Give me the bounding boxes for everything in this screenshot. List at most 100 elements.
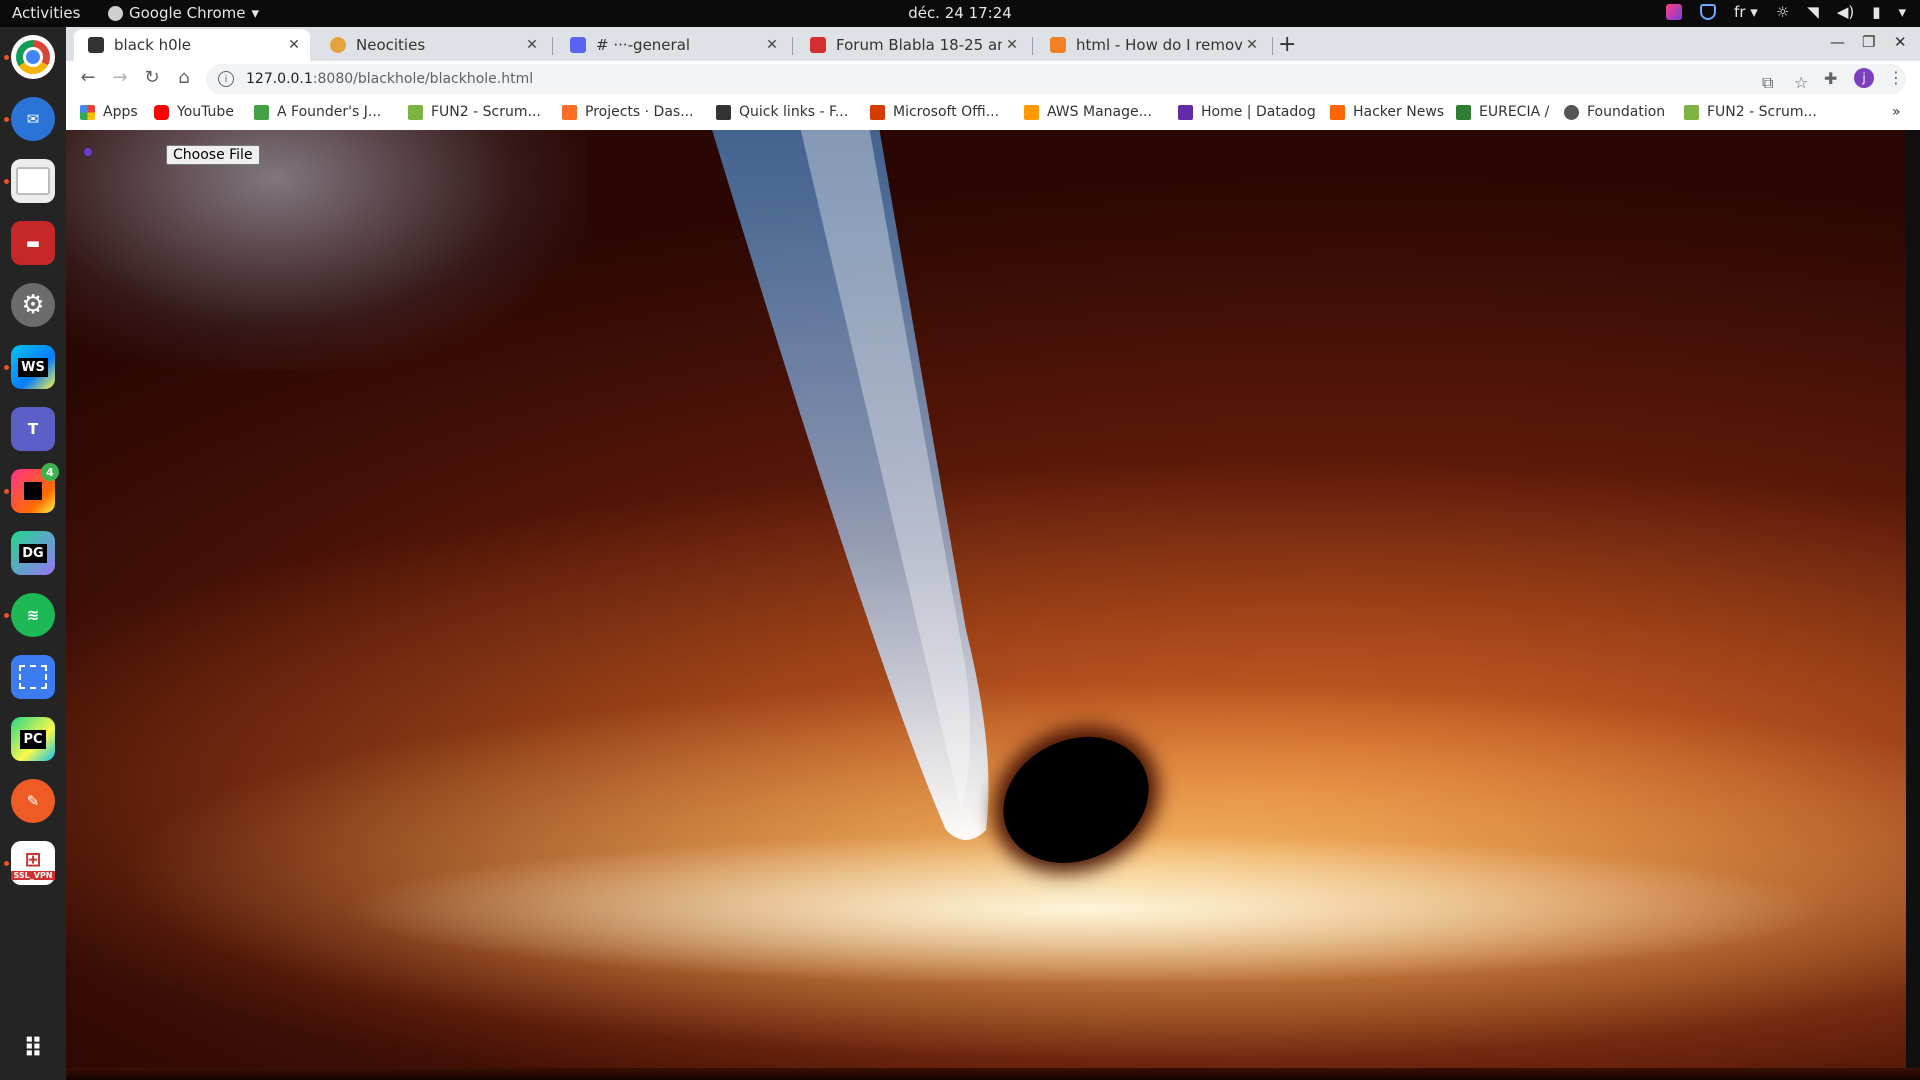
aws-icon xyxy=(1024,104,1039,120)
spotify-icon[interactable]: ≋ xyxy=(11,593,55,637)
jetbrains-tray-icon[interactable] xyxy=(1666,4,1683,20)
running-indicator xyxy=(4,179,9,184)
forward-icon[interactable]: → xyxy=(108,67,132,88)
dock: ✉ ▬ ⚙ WS T 4 DG ≋ PC ✎ ⊞ SSL_VPN ⠿ xyxy=(0,27,66,1080)
reload-icon[interactable]: ↻ xyxy=(140,67,164,88)
close-icon[interactable]: ✕ xyxy=(522,37,542,53)
bookmark-quick-links[interactable]: Quick links - F... xyxy=(716,104,848,120)
site-info-icon[interactable]: i xyxy=(218,71,234,87)
tab-neocities[interactable]: Neocities ✕ xyxy=(316,29,548,61)
activities-button[interactable]: Activities xyxy=(12,4,80,22)
brightness-icon[interactable]: ☼ xyxy=(1776,3,1789,21)
bookmark-label: EURECIA / xyxy=(1479,104,1550,120)
back-icon[interactable]: ← xyxy=(76,67,100,88)
tab-title: black h0le xyxy=(114,36,192,54)
wifi-icon[interactable]: ◥ xyxy=(1807,3,1819,21)
chevron-down-icon[interactable]: ▾ xyxy=(1898,3,1906,21)
bookmark-label: FUN2 - Scrum... xyxy=(1707,104,1817,120)
starfield-image xyxy=(66,130,586,370)
close-icon[interactable]: ✕ xyxy=(762,37,782,53)
bookmark-apps[interactable]: Apps xyxy=(80,104,138,120)
more-bookmarks-icon[interactable]: » xyxy=(1892,104,1901,120)
volume-icon[interactable]: ◀) xyxy=(1837,3,1854,21)
bookmark-label: AWS Manage... xyxy=(1047,104,1152,120)
pycharm-icon[interactable]: PC xyxy=(11,717,55,761)
jetbrains-toolbox-icon[interactable]: 4 xyxy=(11,463,59,513)
datagrip-icon[interactable]: DG xyxy=(11,531,55,575)
show-applications-icon[interactable]: ⠿ xyxy=(11,1027,55,1071)
tab-separator xyxy=(1272,37,1273,55)
browser-toolbar: ← → ↻ ⌂ i 127.0.0.1:8080/blackhole/black… xyxy=(66,61,1920,97)
bookmark-label: Hacker News xyxy=(1353,104,1445,120)
bookmark-fun2-scrum-2[interactable]: FUN2 - Scrum... xyxy=(1684,104,1817,120)
close-icon[interactable]: ✕ xyxy=(1002,37,1022,53)
tab-stackoverflow[interactable]: html - How do I remove th ✕ xyxy=(1036,29,1268,61)
bookmark-label: Quick links - F... xyxy=(739,104,849,120)
system-tray: fr ▾ ☼ ◥ ◀) ▮ ▾ xyxy=(1666,3,1906,21)
address-bar[interactable]: i 127.0.0.1:8080/blackhole/blackhole.htm… xyxy=(206,64,1906,94)
close-window-icon[interactable]: ✕ xyxy=(1894,33,1907,51)
minimize-icon[interactable]: — xyxy=(1830,33,1845,51)
chrome-icon[interactable] xyxy=(11,35,55,79)
founder-icon xyxy=(254,104,269,120)
bookmark-label: Microsoft Offi... xyxy=(893,104,1000,120)
bookmark-label: YouTube xyxy=(177,104,234,120)
tab-title: Forum Blabla 18-25 ans - j xyxy=(836,36,1002,54)
extensions-icon[interactable]: ✚ xyxy=(1824,69,1837,88)
bookmark-gitlab-projects[interactable]: Projects · Das... xyxy=(562,104,694,120)
postman-icon[interactable]: ✎ xyxy=(11,779,55,823)
bookmark-star-icon[interactable]: ☆ xyxy=(1794,73,1808,92)
settings-icon[interactable]: ⚙ xyxy=(11,283,55,327)
new-tab-button[interactable]: + xyxy=(1278,32,1296,57)
translate-icon[interactable]: ⧉ xyxy=(1762,73,1773,93)
thunderbird-icon[interactable]: ✉ xyxy=(11,97,55,141)
bookmark-hacker-news[interactable]: Hacker News xyxy=(1330,104,1444,120)
restore-icon[interactable]: ❐ xyxy=(1862,33,1875,51)
keyboard-layout-indicator[interactable]: fr ▾ xyxy=(1734,3,1758,21)
file-input[interactable]: Choose File xyxy=(166,145,260,165)
chevron-down-icon: ▾ xyxy=(251,4,260,22)
bookmark-fun2-scrum[interactable]: FUN2 - Scrum... xyxy=(408,104,541,120)
running-indicator xyxy=(4,117,9,122)
running-indicator xyxy=(4,861,9,866)
apps-grid-icon xyxy=(80,104,95,120)
tab-title: # ···-general xyxy=(596,36,691,54)
bookmark-datadog[interactable]: Home | Datadog xyxy=(1178,104,1316,120)
chrome-small-icon xyxy=(108,5,123,21)
forum-favicon xyxy=(810,37,826,53)
tab-separator xyxy=(552,37,553,55)
browser-window: black h0le ✕ Neocities ✕ # ···-general ✕… xyxy=(66,27,1920,131)
bookmark-microsoft-office[interactable]: Microsoft Offi... xyxy=(870,104,999,120)
remmina-icon[interactable]: ▬ xyxy=(11,221,55,265)
files-icon[interactable] xyxy=(11,159,55,203)
close-icon[interactable]: ✕ xyxy=(284,37,304,53)
running-indicator xyxy=(4,489,9,494)
shield-icon[interactable] xyxy=(1700,4,1717,20)
tab-forum[interactable]: Forum Blabla 18-25 ans - j ✕ xyxy=(796,29,1028,61)
tab-discord[interactable]: # ···-general ✕ xyxy=(556,29,788,61)
bookmark-founders-journal[interactable]: A Founder's J... xyxy=(254,104,381,120)
globe-icon xyxy=(1564,104,1579,120)
tab-black-hole[interactable]: black h0le ✕ xyxy=(74,29,310,61)
screenshot-icon[interactable] xyxy=(11,655,55,699)
gitlab-icon xyxy=(562,104,577,120)
profile-avatar[interactable]: j xyxy=(1854,68,1874,88)
choose-file-button[interactable]: Choose File xyxy=(166,145,260,165)
home-icon[interactable]: ⌂ xyxy=(172,67,196,88)
bookmark-label: Apps xyxy=(103,104,138,120)
teams-icon[interactable]: T xyxy=(11,407,55,451)
bookmark-aws[interactable]: AWS Manage... xyxy=(1024,104,1152,120)
clock[interactable]: déc. 24 17:24 xyxy=(908,4,1012,22)
bookmark-foundation[interactable]: Foundation xyxy=(1564,104,1665,120)
ssl-vpn-icon[interactable]: ⊞ SSL_VPN xyxy=(11,841,55,885)
more-menu-icon[interactable]: ⋮ xyxy=(1888,68,1904,87)
running-indicator xyxy=(4,365,9,370)
battery-icon[interactable]: ▮ xyxy=(1872,3,1880,21)
close-icon[interactable]: ✕ xyxy=(1242,37,1262,53)
datadog-icon xyxy=(1178,104,1193,120)
webstorm-icon[interactable]: WS xyxy=(11,345,55,389)
bookmark-youtube[interactable]: YouTube xyxy=(154,104,234,120)
app-menu[interactable]: Google Chrome ▾ xyxy=(108,4,259,22)
bookmark-eurecia[interactable]: EURECIA / xyxy=(1456,104,1549,120)
office-icon xyxy=(870,104,885,120)
